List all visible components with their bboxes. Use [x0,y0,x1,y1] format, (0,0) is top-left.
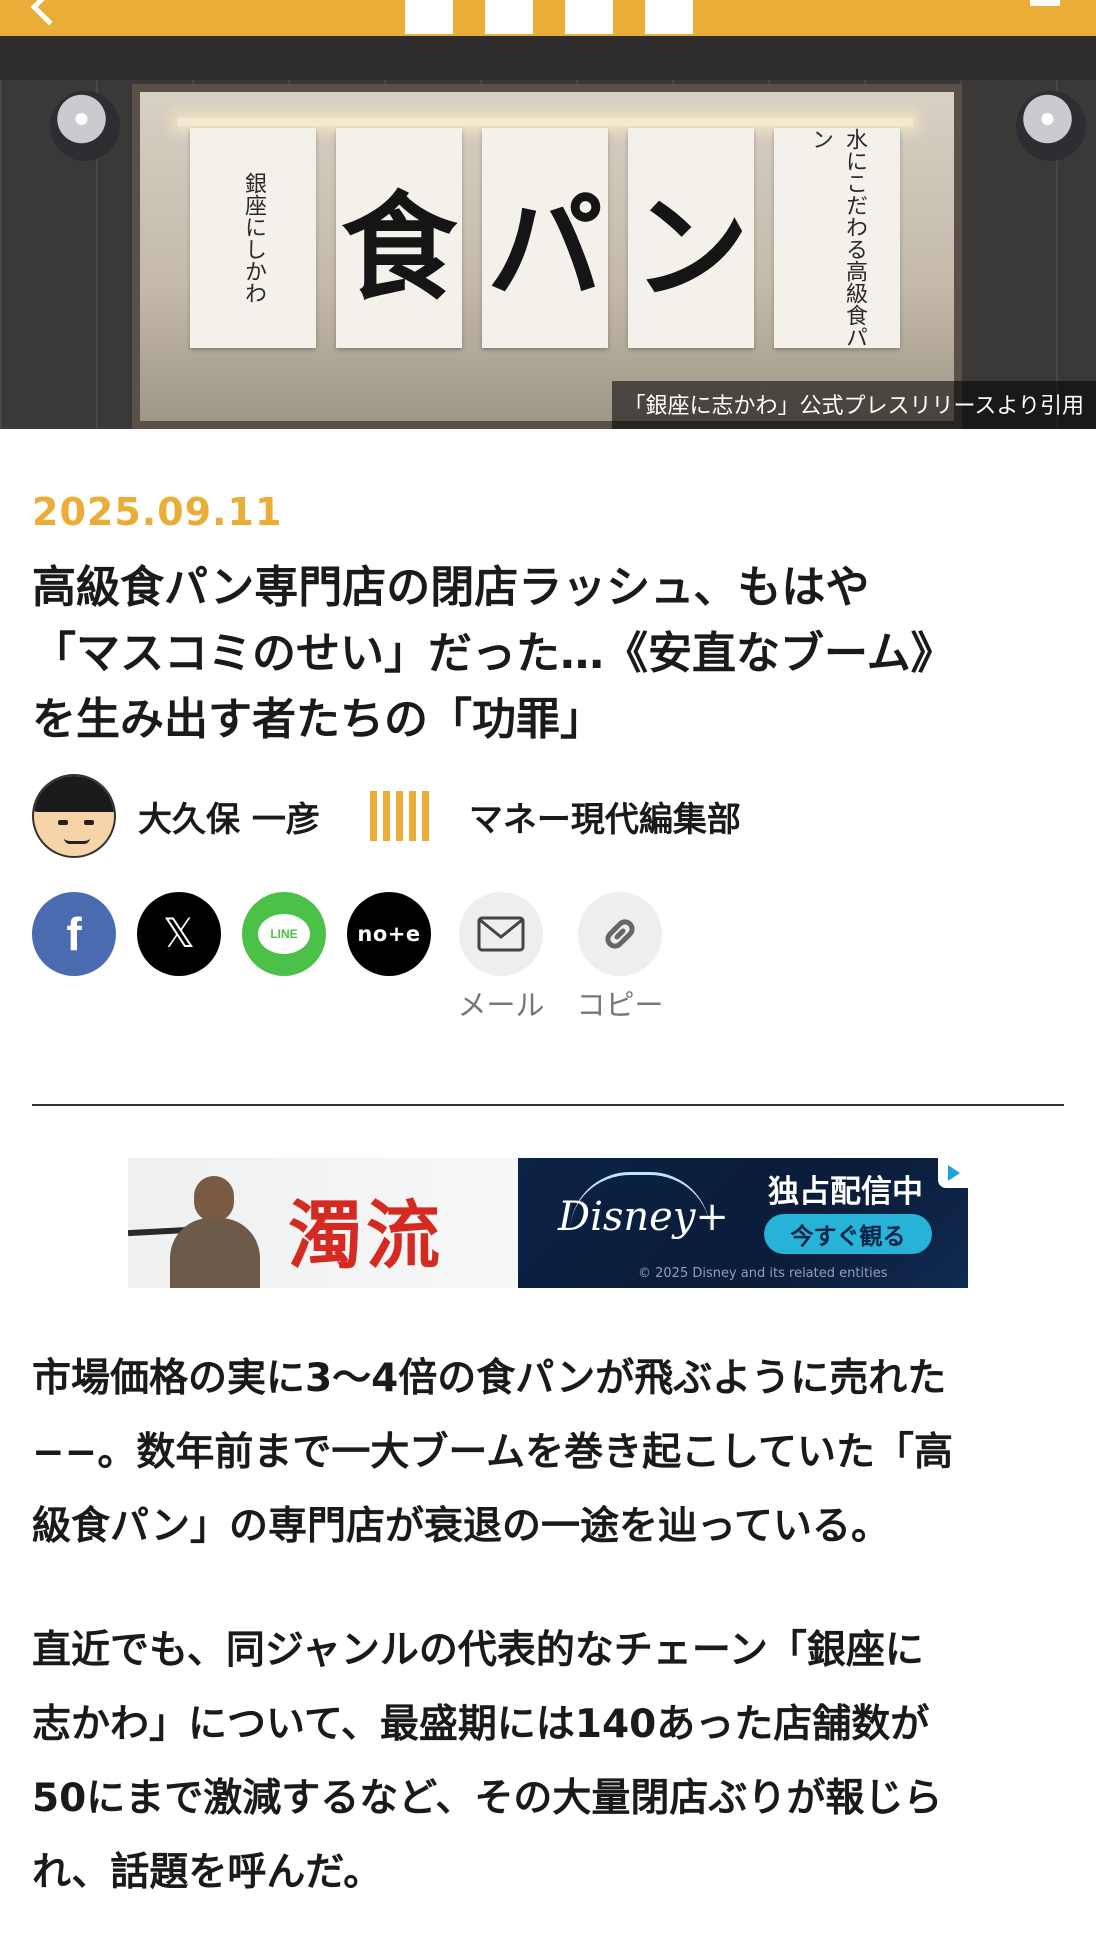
back-arrow-icon[interactable] [30,0,68,26]
noren-text: 食 [341,180,457,316]
noren-text: ン [633,180,749,316]
site-logo[interactable] [405,0,693,34]
line-glyph: LINE [258,914,310,954]
avatar-mouth [64,838,90,844]
logo-tile [565,0,613,34]
paragraph-line: れ、話題を呼んだ。 [32,1850,383,1895]
noren-curtain-slogan: 水にこだわる高級食パン [774,128,900,348]
ad-headline: 独占配信中 [768,1174,923,1210]
paragraph-line: 50にまで激減するなど、その大量閉店ぶりが報じら [32,1776,943,1821]
ad-image-panel: 濁流 [128,1158,518,1288]
line-icon: LINE [242,892,326,976]
ad-streaming-panel: Disney+ 独占配信中 今すぐ観る © 2025 Disney and it… [518,1158,968,1288]
ad-title: 濁流 [288,1193,444,1279]
mail-icon [459,892,543,976]
author-avatar[interactable] [32,774,116,858]
adchoices-icon[interactable] [938,1158,968,1188]
title-line: 高級食パン専門店の閉店ラッシュ、もはや [32,562,870,613]
paragraph-line: 志かわ」について、最盛期には140あった店舗数が [32,1702,930,1747]
author-name[interactable]: 大久保 一彦 [138,792,320,841]
wall-lamp [1016,91,1086,161]
storefront-band [0,36,1096,80]
body-paragraph: 市場価格の実に3〜4倍の食パンが飛ぶように売れた −−。数年前まで一大ブームを巻… [32,1342,1072,1564]
envelope-icon [477,916,525,952]
avatar-hair [34,776,114,812]
ad-actor-image [164,1176,260,1288]
link-icon [578,892,662,976]
body-paragraph: 直近でも、同ジャンルの代表的なチェーン「銀座に 志かわ」について、最盛期には14… [32,1614,1072,1910]
noren-curtain: パ [482,128,608,348]
actor-body [170,1218,260,1288]
chain-link-icon [605,919,635,949]
noren-curtain-shop-name: 銀座にしかわ [190,128,316,348]
x-icon: 𝕏 [137,892,221,976]
title-line: 「マスコミのせい」だった…《安直なブーム》 [32,628,955,679]
noren-text: パ [487,180,603,316]
share-x-button[interactable]: 𝕏 [137,892,221,1024]
noren-curtain: 食 [336,128,462,348]
paragraph-line: −−。数年前まで一大ブームを巻き起こしていた「高 [32,1430,954,1475]
share-line-button[interactable]: LINE [242,892,326,1024]
section-divider [32,1104,1064,1106]
byline: 大久保 一彦 マネー現代編集部 [32,774,741,858]
image-credit: 「銀座に志かわ」公式プレスリリースより引用 [611,381,1096,429]
logo-tile [485,0,533,34]
noren-text: 銀座にしかわ [241,172,266,304]
disney-plus-logo: Disney+ [558,1194,729,1240]
article-title: 高級食パン専門店の閉店ラッシュ、もはや 「マスコミのせい」だった…《安直なブーム… [32,555,1072,753]
logo-tile [405,0,453,34]
ad-cta-button[interactable]: 今すぐ観る [764,1214,932,1254]
ad-banner[interactable]: 濁流 Disney+ 独占配信中 今すぐ観る © 2025 Disney and… [128,1158,968,1288]
paragraph-line: 直近でも、同ジャンルの代表的なチェーン「銀座に [32,1628,924,1673]
copy-link-button[interactable]: コピー [571,892,669,1024]
share-bar: f 𝕏 LINE no+e メール コピー [32,892,669,1024]
department-name[interactable]: マネー現代編集部 [469,792,741,841]
menu-icon[interactable] [1030,0,1060,6]
share-mail-button[interactable]: メール [452,892,550,1024]
share-note-button[interactable]: no+e [347,892,431,1024]
department-logo-icon [369,791,429,841]
publish-date: 2025.09.11 [32,490,283,534]
noren-curtain: ン [628,128,754,348]
paragraph-line: 市場価格の実に3〜4倍の食パンが飛ぶように売れた [32,1356,947,1401]
ad-copyright: © 2025 Disney and its related entities [638,1266,888,1281]
facebook-glyph: f [66,908,82,960]
title-line: を生み出す者たちの「功罪」 [32,694,604,745]
note-icon: no+e [347,892,431,976]
noren-rail [178,118,913,126]
x-glyph: 𝕏 [162,911,196,957]
avatar-eye [84,820,94,825]
noren-text: 水にこだわる高級食パン [808,128,867,348]
actor-head [194,1176,234,1222]
note-glyph: no+e [357,922,421,946]
hero-image: 銀座にしかわ 食 パ ン 水にこだわる高級食パン 「銀座に志かわ」公式プレスリリ… [0,36,1096,429]
copy-label: コピー [576,988,664,1022]
paragraph-line: 級食パン」の専門店が衰退の一途を辿っている。 [32,1504,891,1549]
facebook-icon: f [32,892,116,976]
mail-label: メール [457,988,545,1022]
avatar-eye [58,820,68,825]
logo-tile [645,0,693,34]
share-facebook-button[interactable]: f [32,892,116,1024]
wall-lamp [50,91,120,161]
top-bar [0,0,1096,36]
